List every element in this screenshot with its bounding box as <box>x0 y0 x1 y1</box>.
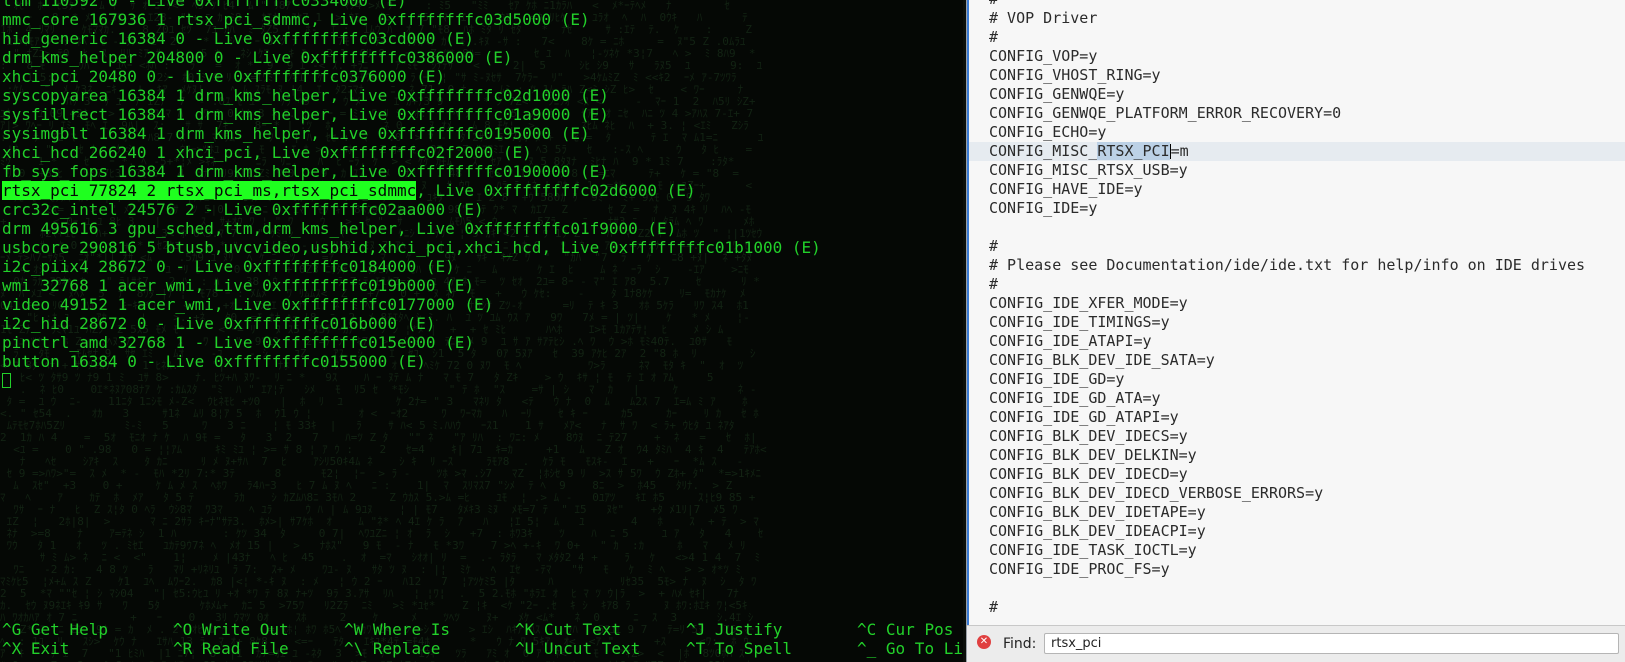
config-line[interactable]: CONFIG_HAVE_IDE=y <box>989 180 1625 199</box>
find-bar: ✕ Find: <box>967 625 1625 662</box>
config-line[interactable]: CONFIG_IDE_GD_ATA=y <box>989 389 1625 408</box>
terminal-line: crc32c_intel 24576 2 - Live 0xffffffffc0… <box>2 200 484 219</box>
config-line[interactable] <box>989 579 1625 598</box>
editor-text-area[interactable]: ## VOP Driver#CONFIG_VOP=yCONFIG_VHOST_R… <box>967 0 1625 625</box>
config-line[interactable]: CONFIG_IDE_XFER_MODE=y <box>989 294 1625 313</box>
nano-shortcut-bar: ^G Get Help ^X Exit ^O Write Out ^R Read… <box>0 620 963 660</box>
terminal-pane[interactable]: ｵｾ* ﾎ ｾ3ﾀ ﾋ ﾑ ｷ ｻ ｵ ﾆ ｹ<* ﾍ9 ﾂ ﾋ4 ﾑ " ﾘ8… <box>0 0 963 662</box>
terminal-line: drm 495616 3 gpu_sched,ttm,drm_kms_helpe… <box>2 219 677 238</box>
terminal-line: hid_generic 16384 0 - Live 0xffffffffc03… <box>2 29 475 48</box>
terminal-line: usbcore 290816 5 btusb,uvcvideo,usbhid,x… <box>2 238 821 257</box>
terminal-line: sysimgblt 16384 1 drm_kms_helper, Live 0… <box>2 124 590 143</box>
terminal-line: syscopyarea 16384 1 drm_kms_helper, Live… <box>2 86 609 105</box>
config-line[interactable]: CONFIG_BLK_DEV_IDEACPI=y <box>989 522 1625 541</box>
config-line[interactable]: CONFIG_BLK_DEV_DELKIN=y <box>989 446 1625 465</box>
shortcut-write-out[interactable]: ^O Write Out <box>173 620 289 639</box>
config-line[interactable]: CONFIG_GENWQE_PLATFORM_ERROR_RECOVERY=0 <box>989 104 1625 123</box>
prompt-line <box>2 371 821 390</box>
terminal-line-match: rtsx_pci 77824 2 rtsx_pci_ms,rtsx_pci_sd… <box>2 181 821 200</box>
config-line[interactable]: CONFIG_IDE_GD_ATAPI=y <box>989 408 1625 427</box>
config-line[interactable]: CONFIG_BLK_DEV_IDETAPE=y <box>989 503 1625 522</box>
shortcut-read-file[interactable]: ^R Read File <box>173 639 289 658</box>
config-line[interactable]: CONFIG_BLK_DEV_IDECS=y <box>989 427 1625 446</box>
shortcut-go-to-line[interactable]: ^_ Go To Li <box>857 639 963 658</box>
shortcut-where-is[interactable]: ^W Where Is <box>344 620 450 639</box>
terminal-line: i2c_hid 28672 0 - Live 0xffffffffc016b00… <box>2 314 436 333</box>
config-line[interactable]: CONFIG_IDE=y <box>989 199 1625 218</box>
config-line[interactable]: # <box>989 28 1625 47</box>
terminal-line: wmi 32768 1 acer_wmi, Live 0xffffffffc01… <box>2 276 475 295</box>
config-line[interactable]: # <box>989 0 1625 9</box>
selected-match: RTSX_PCI <box>1097 142 1170 160</box>
terminal-line: sysfillrect 16384 1 drm_kms_helper, Live… <box>2 105 609 124</box>
config-line[interactable]: CONFIG_IDE_PROC_FS=y <box>989 560 1625 579</box>
current-line-prefix: CONFIG_MISC_ <box>989 142 1098 160</box>
config-line[interactable]: CONFIG_BLK_DEV_IDE_SATA=y <box>989 351 1625 370</box>
terminal-line: xhci_hcd 266240 1 xhci_pci, Live 0xfffff… <box>2 143 532 162</box>
editor-pane[interactable]: ## VOP Driver#CONFIG_VOP=yCONFIG_VHOST_R… <box>966 0 1625 662</box>
close-find-icon[interactable]: ✕ <box>977 635 991 649</box>
config-line[interactable]: CONFIG_BLK_DEV_IDECD_VERBOSE_ERRORS=y <box>989 484 1625 503</box>
shortcut-exit[interactable]: ^X Exit <box>2 639 69 658</box>
config-line[interactable]: CONFIG_VHOST_RING=y <box>989 66 1625 85</box>
config-line-current[interactable]: CONFIG_MISC_RTSX_PCI=m <box>969 142 1625 161</box>
terminal-line: ttm 110592 0 - Live 0xffffffffc0334000 (… <box>2 0 407 10</box>
config-line[interactable]: # <box>989 598 1625 617</box>
config-line[interactable]: CONFIG_IDE_ATAPI=y <box>989 332 1625 351</box>
search-match-highlight: rtsx_pci 77824 2 rtsx_pci_ms,rtsx_pci_sd… <box>2 181 417 200</box>
shortcut-cut-text[interactable]: ^K Cut Text <box>515 620 621 639</box>
terminal-line: i2c_piix4 28672 0 - Live 0xffffffffc0184… <box>2 257 455 276</box>
config-line[interactable]: CONFIG_MISC_RTSX_USB=y <box>989 161 1625 180</box>
config-line[interactable]: CONFIG_IDE_GD=y <box>989 370 1625 389</box>
terminal-line: drm_kms_helper 204800 0 - Live 0xfffffff… <box>2 48 513 67</box>
find-label: Find: <box>1003 636 1037 652</box>
config-line[interactable]: CONFIG_VOP=y <box>989 47 1625 66</box>
terminal-line: button 16384 0 - Live 0xffffffffc0155000… <box>2 352 426 371</box>
terminal-line: fb_sys_fops 16384 1 drm_kms_helper, Live… <box>2 162 609 181</box>
config-file-content[interactable]: ## VOP Driver#CONFIG_VOP=yCONFIG_VHOST_R… <box>969 0 1625 617</box>
config-line[interactable]: # <box>989 275 1625 294</box>
config-line[interactable]: # Please see Documentation/ide/ide.txt f… <box>989 256 1625 275</box>
shortcut-justify[interactable]: ^J Justify <box>686 620 782 639</box>
current-line-suffix: =m <box>1170 142 1189 160</box>
config-line[interactable]: CONFIG_ECHO=y <box>989 123 1625 142</box>
config-line[interactable]: CONFIG_IDE_TIMINGS=y <box>989 313 1625 332</box>
match-line-rest: , Live 0xffffffffc02d6000 (E) <box>416 181 696 200</box>
find-input[interactable] <box>1044 633 1619 654</box>
config-line[interactable]: CONFIG_BLK_DEV_IDECD=y <box>989 465 1625 484</box>
shortcut-uncut-text[interactable]: ^U Uncut Text <box>515 639 640 658</box>
shortcut-cur-pos[interactable]: ^C Cur Pos <box>857 620 953 639</box>
config-line[interactable] <box>989 218 1625 237</box>
shortcut-to-spell[interactable]: ^T To Spell <box>686 639 792 658</box>
terminal-line: video 49152 1 acer_wmi, Live 0xffffffffc… <box>2 295 494 314</box>
terminal-line: pinctrl_amd 32768 1 - Live 0xffffffffc01… <box>2 333 475 352</box>
shortcut-get-help[interactable]: ^G Get Help <box>2 620 108 639</box>
shortcut-replace[interactable]: ^\ Replace <box>344 639 440 658</box>
config-line[interactable]: CONFIG_GENWQE=y <box>989 85 1625 104</box>
terminal-output: ttm 110592 0 - Live 0xffffffffc0334000 (… <box>2 0 821 390</box>
terminal-line: xhci_pci 20480 0 - Live 0xffffffffc03760… <box>2 67 446 86</box>
terminal-line: mmc_core 167936 1 rtsx_pci_sdmmc, Live 0… <box>2 10 590 29</box>
config-line[interactable]: CONFIG_IDE_TASK_IOCTL=y <box>989 541 1625 560</box>
terminal-cursor <box>2 373 11 388</box>
config-line[interactable]: # VOP Driver <box>989 9 1625 28</box>
config-line[interactable]: # <box>989 237 1625 256</box>
